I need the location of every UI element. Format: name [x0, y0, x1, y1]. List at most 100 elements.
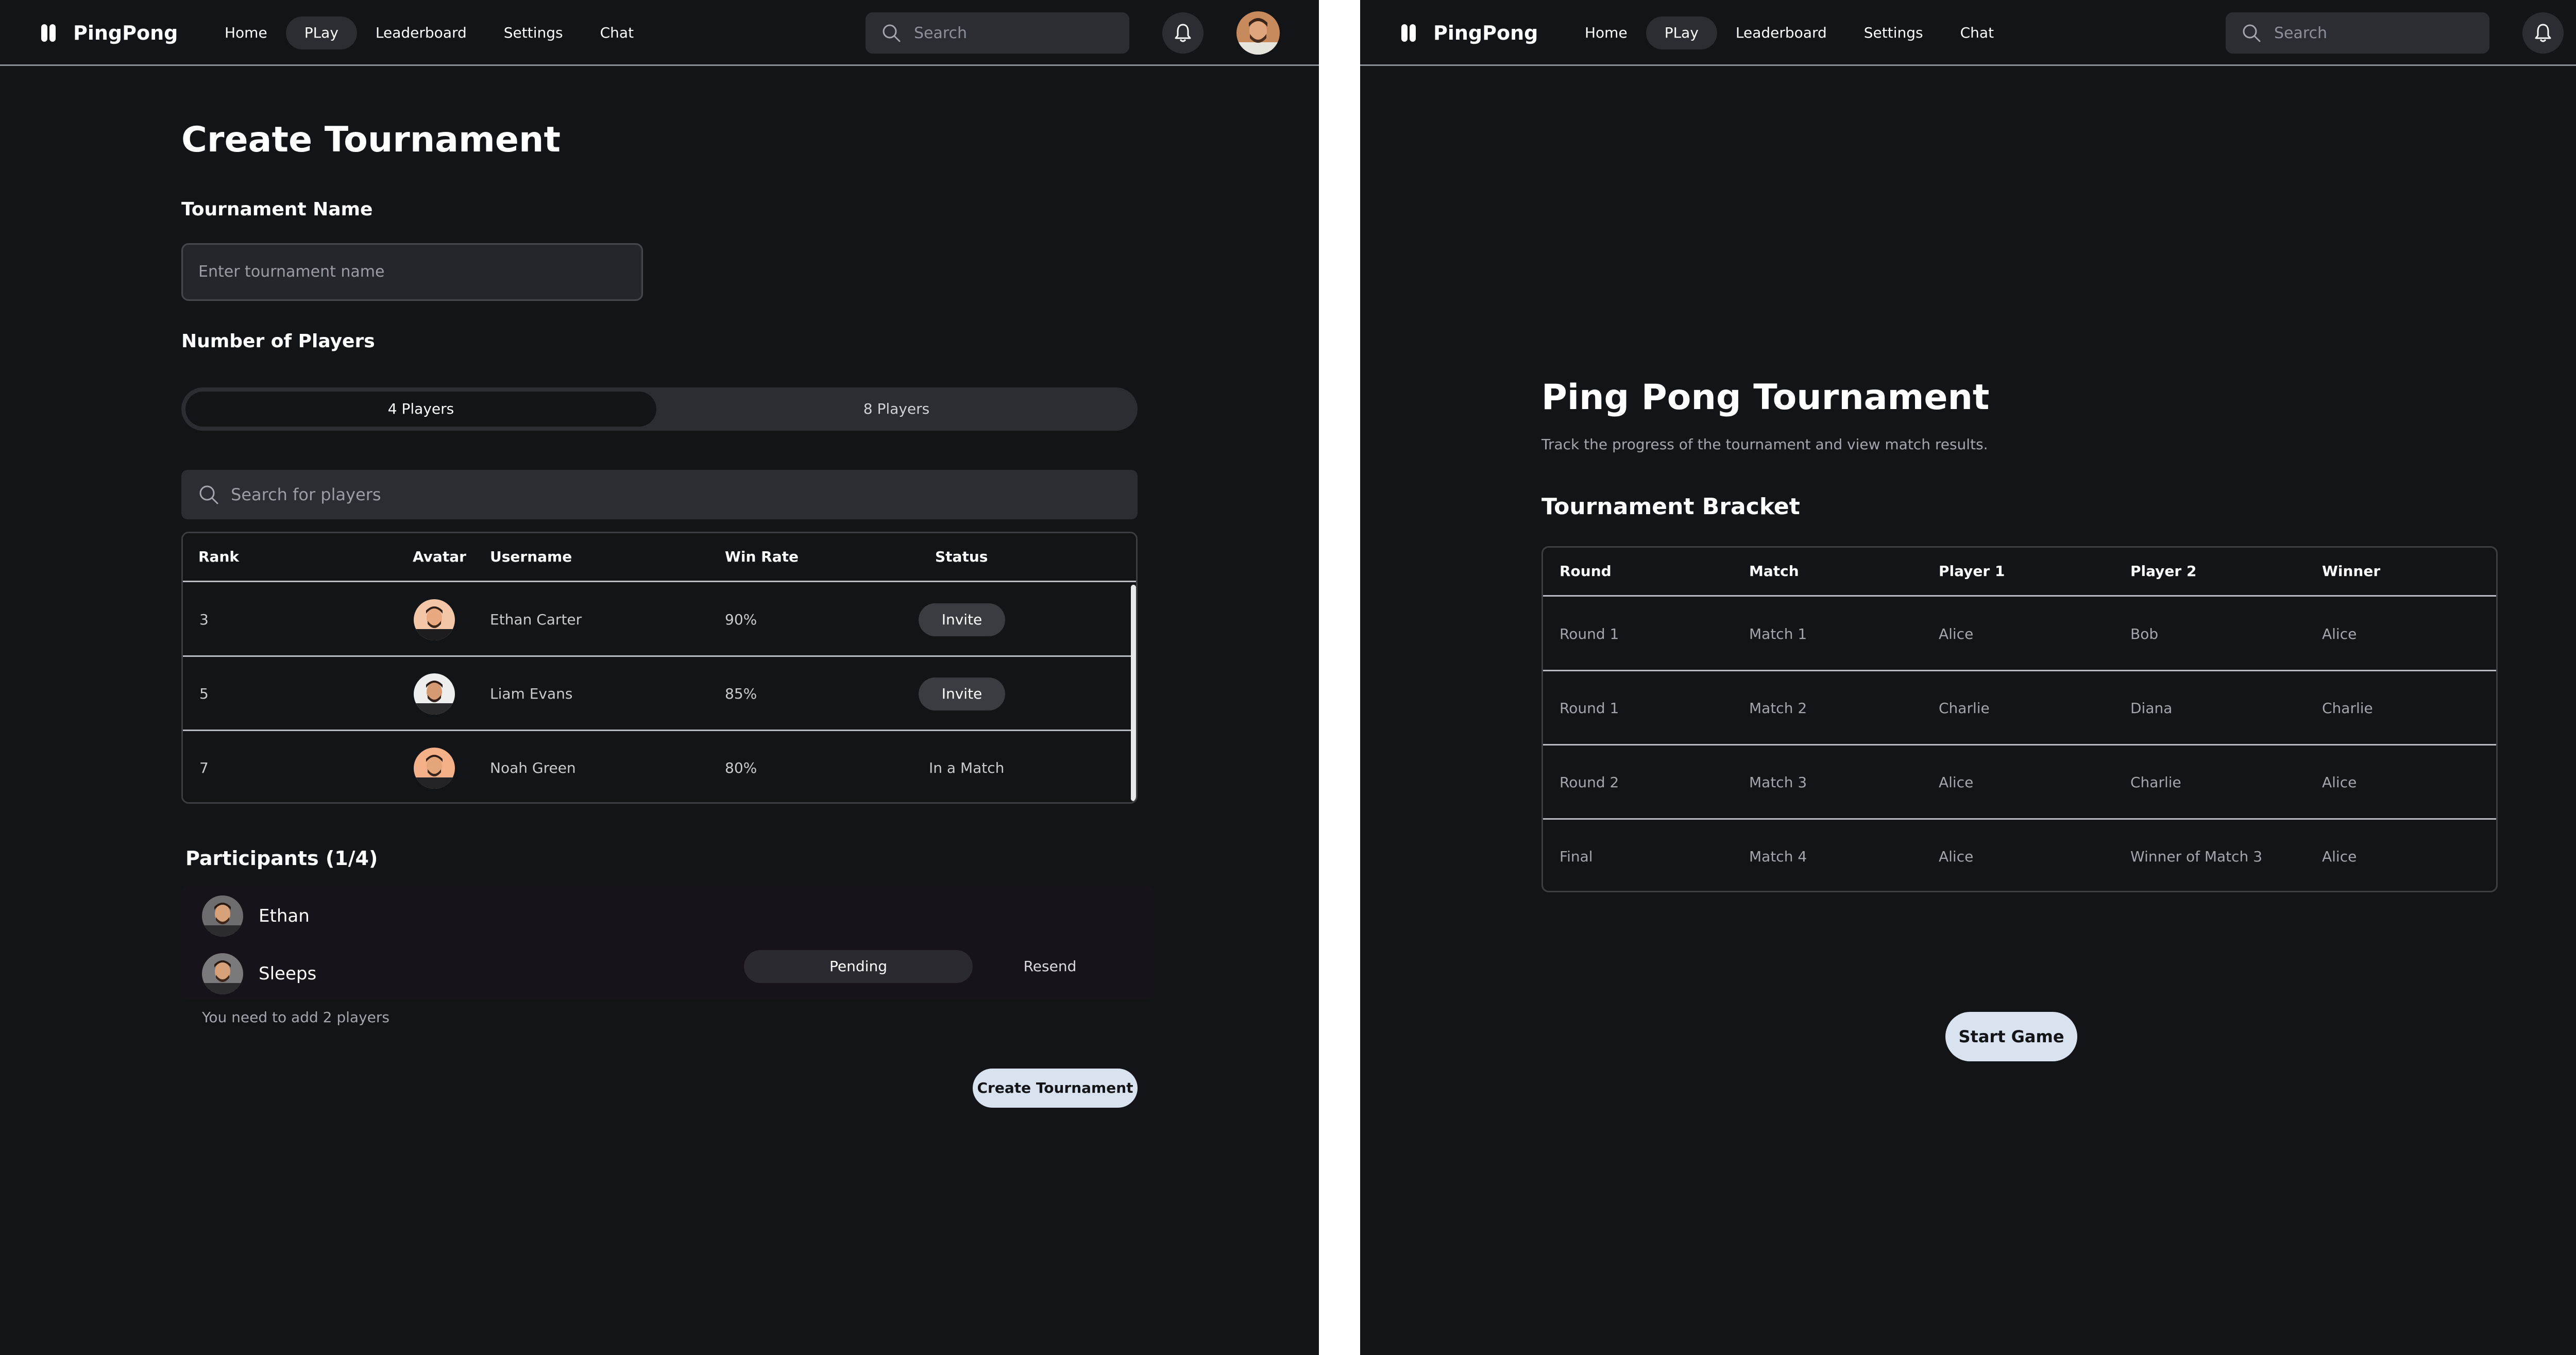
avatar [414, 673, 455, 715]
nav-home[interactable]: Home [1566, 16, 1646, 49]
invite-button[interactable]: Invite [919, 678, 1005, 710]
nav-chat[interactable]: Chat [582, 16, 652, 49]
notifications-button[interactable] [2522, 12, 2564, 54]
main-nav: Home PLay Leaderboard Settings Chat [1566, 16, 2012, 49]
column-header-match: Match [1749, 563, 1799, 580]
winner-cell: Charlie [2322, 700, 2373, 717]
rank-cell: 3 [199, 611, 209, 628]
nav-play[interactable]: PLay [285, 16, 357, 49]
column-header-player-1: Player 1 [1939, 563, 2005, 580]
nav-settings[interactable]: Settings [485, 16, 582, 49]
win-rate-cell: 90% [725, 611, 757, 628]
avatar-image [1236, 11, 1280, 55]
table-row: 3 Ethan Carter 90% Invite [183, 583, 1136, 657]
create-tournament-button[interactable]: Create Tournament [973, 1069, 1138, 1108]
invite-button[interactable]: Invite [919, 603, 1005, 636]
nav-home[interactable]: Home [206, 16, 286, 49]
brand-name: PingPong [1433, 22, 1538, 44]
table-row: Round 1 Match 2 Charlie Diana Charlie [1543, 671, 2496, 746]
nav-play[interactable]: PLay [1646, 16, 1717, 49]
player-search-input[interactable]: Search for players [181, 470, 1138, 519]
option-8-players[interactable]: 8 Players [659, 392, 1133, 427]
search-icon [199, 485, 218, 504]
player1-cell: Charlie [1939, 700, 1990, 717]
brand-name: PingPong [73, 22, 178, 44]
column-header-win-rate: Win Rate [725, 548, 799, 565]
winner-cell: Alice [2322, 625, 2357, 642]
match-cell: Match 2 [1749, 700, 1807, 717]
round-cell: Round 1 [1560, 700, 1619, 717]
bracket-table: Round Match Player 1 Player 2 Winner Rou… [1541, 546, 2498, 892]
win-rate-cell: 85% [725, 685, 757, 702]
column-header-player-2: Player 2 [2130, 563, 2197, 580]
header-divider [1543, 595, 2496, 597]
player2-cell: Diana [2130, 700, 2173, 717]
column-header-username: Username [490, 548, 572, 565]
nav-leaderboard[interactable]: Leaderboard [1717, 16, 1845, 49]
player-search-placeholder: Search for players [231, 485, 381, 504]
player2-cell: Charlie [2130, 774, 2181, 791]
option-4-players[interactable]: 4 Players [185, 392, 656, 427]
brand-logo[interactable]: PingPong [41, 21, 178, 45]
column-header-winner: Winner [2322, 563, 2381, 580]
winner-cell: Alice [2322, 774, 2357, 791]
page-title: Ping Pong Tournament [1541, 377, 1990, 418]
table-row: 7 Noah Green 80% In a Match [183, 731, 1136, 802]
participants-hint: You need to add 2 players [202, 1009, 389, 1026]
rank-cell: 5 [199, 685, 209, 702]
header-divider [183, 581, 1136, 582]
search-placeholder: Search [914, 24, 968, 42]
column-header-round: Round [1560, 563, 1612, 580]
notifications-button[interactable] [1162, 12, 1204, 54]
win-rate-cell: 80% [725, 759, 757, 776]
nav-settings[interactable]: Settings [1845, 16, 1942, 49]
avatar [414, 748, 455, 789]
avatar [414, 599, 455, 640]
table-row: Round 1 Match 1 Alice Bob Alice [1543, 597, 2496, 671]
bell-icon [1175, 24, 1191, 42]
avatar [202, 895, 243, 937]
page-subtitle: Track the progress of the tournament and… [1541, 436, 1988, 453]
bell-icon [2535, 24, 2551, 42]
user-avatar[interactable] [1236, 11, 1280, 55]
participant-name: Ethan [259, 906, 310, 926]
username-cell: Ethan Carter [490, 611, 582, 628]
main-nav: Home PLay Leaderboard Settings Chat [206, 16, 652, 49]
tournament-name-label: Tournament Name [181, 199, 373, 220]
bracket-section-title: Tournament Bracket [1541, 494, 1800, 520]
players-table: Rank Avatar Username Win Rate Status 3 E… [181, 532, 1138, 804]
match-cell: Match 4 [1749, 848, 1807, 865]
player2-cell: Bob [2130, 625, 2159, 642]
status-badge: Pending [744, 950, 973, 983]
global-search-input[interactable]: Search [866, 12, 1129, 54]
top-navbar: PingPong Home PLay Leaderboard Settings … [1360, 0, 2576, 66]
search-icon [2243, 24, 2261, 42]
player1-cell: Alice [1939, 774, 1974, 791]
search-icon [883, 24, 901, 42]
round-cell: Final [1560, 848, 1593, 865]
username-cell: Liam Evans [490, 685, 573, 702]
search-placeholder: Search [2274, 24, 2328, 42]
round-cell: Round 2 [1560, 774, 1619, 791]
table-row: Round 2 Match 3 Alice Charlie Alice [1543, 746, 2496, 820]
participant-name: Sleeps [259, 963, 317, 984]
pingpong-logo-icon [1401, 24, 1416, 42]
match-cell: Match 1 [1749, 625, 1807, 642]
nav-leaderboard[interactable]: Leaderboard [357, 16, 485, 49]
global-search-input[interactable]: Search [2226, 12, 2489, 54]
table-scrollbar[interactable] [1131, 585, 1136, 801]
column-header-avatar: Avatar [413, 548, 466, 565]
status-cell: In a Match [929, 759, 1005, 776]
round-cell: Round 1 [1560, 625, 1619, 642]
nav-chat[interactable]: Chat [1942, 16, 2012, 49]
tournament-name-input[interactable]: Enter tournament name [181, 243, 643, 301]
resend-button[interactable]: Resend [1014, 950, 1086, 983]
pingpong-logo-icon [41, 24, 56, 42]
player1-cell: Alice [1939, 848, 1974, 865]
table-row: 5 Liam Evans 85% Invite [183, 657, 1136, 731]
start-game-button[interactable]: Start Game [1945, 1012, 2077, 1061]
rank-cell: 7 [199, 759, 209, 776]
username-cell: Noah Green [490, 759, 576, 776]
brand-logo[interactable]: PingPong [1401, 21, 1538, 45]
tournament-bracket-screen: PingPong Home PLay Leaderboard Settings … [1360, 0, 2576, 1355]
